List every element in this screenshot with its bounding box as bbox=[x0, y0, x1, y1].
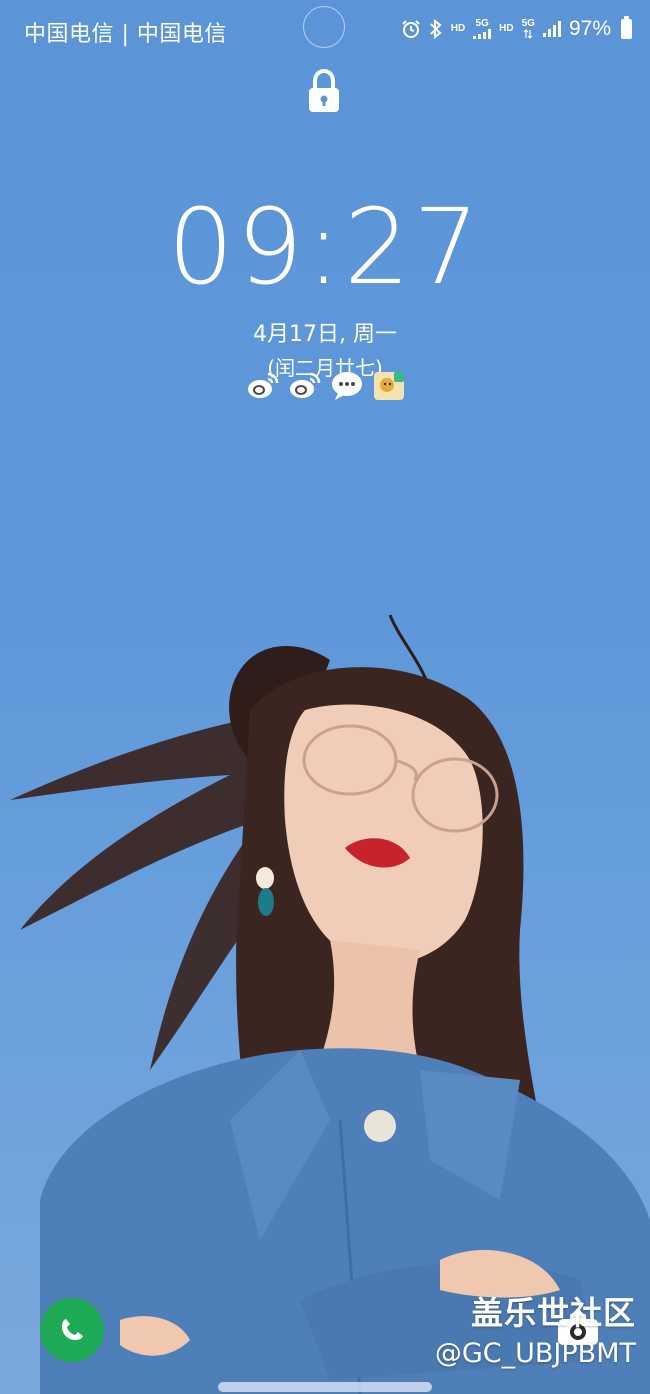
battery-icon bbox=[621, 16, 632, 39]
phone-icon bbox=[62, 1319, 83, 1340]
signal-icon bbox=[542, 21, 561, 37]
hd-label-2: HD bbox=[499, 23, 514, 34]
battery-percent: 97% bbox=[568, 17, 611, 40]
bluetooth-icon bbox=[430, 19, 442, 39]
date-label: 4月17日, 周一 bbox=[253, 322, 397, 347]
message-icon[interactable] bbox=[330, 368, 364, 402]
app-icon[interactable] bbox=[372, 368, 406, 402]
weibo-icon[interactable] bbox=[246, 368, 280, 402]
carrier-label: 中国电信 | 中国电信 bbox=[24, 22, 227, 47]
signal-group-2: 5G bbox=[522, 19, 535, 39]
signal-icon bbox=[473, 29, 492, 39]
network-label-2: 5G bbox=[521, 18, 535, 29]
user-id-watermark: @GC_UBJPBMT bbox=[434, 1338, 636, 1369]
lock-screen: 中国电信 | 中国电信 HD 5G HD 5G 97% 09:27 4月17日,… bbox=[0, 0, 650, 1394]
home-indicator[interactable] bbox=[218, 1382, 432, 1392]
notification-icons[interactable] bbox=[246, 368, 406, 402]
signal-group-1: 5G bbox=[473, 18, 492, 39]
status-bar: 中国电信 | 中国电信 HD 5G HD 5G 97% bbox=[0, 0, 650, 60]
hd-label-1: HD bbox=[450, 23, 466, 34]
community-watermark: 盖乐世社区 bbox=[470, 1294, 636, 1332]
network-label-1: 5G bbox=[475, 18, 489, 29]
lock-icon[interactable] bbox=[306, 68, 342, 114]
data-arrows-icon bbox=[523, 29, 533, 39]
alarm-icon bbox=[402, 20, 420, 38]
wallpaper-image bbox=[10, 614, 650, 1394]
clock-time: 09:27 bbox=[167, 186, 483, 308]
front-camera-cutout bbox=[303, 6, 345, 48]
status-icons: HD 5G HD 5G 97% bbox=[401, 14, 632, 44]
phone-shortcut-button[interactable] bbox=[40, 1298, 104, 1362]
weibo-icon[interactable] bbox=[288, 368, 322, 402]
